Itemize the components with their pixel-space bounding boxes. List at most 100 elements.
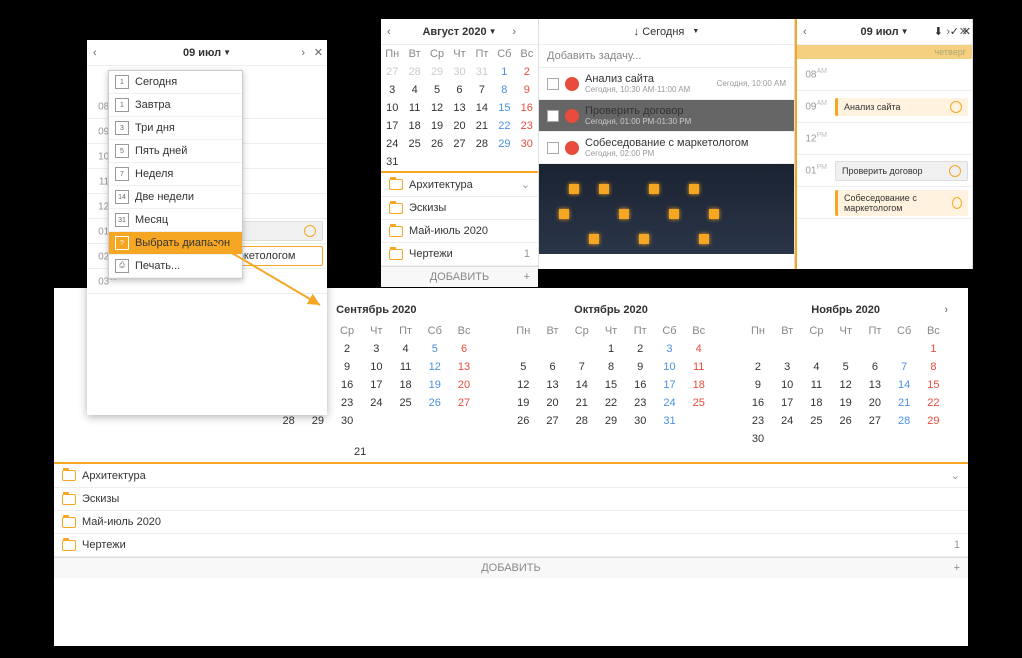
cal-day[interactable]: 16: [332, 376, 361, 394]
cal-day[interactable]: 15: [596, 376, 625, 394]
cal-day[interactable]: 3: [655, 340, 684, 358]
cal-day[interactable]: 24: [381, 135, 403, 153]
cal-day[interactable]: 23: [626, 394, 655, 412]
cal-day[interactable]: 3: [362, 340, 391, 358]
cal-day[interactable]: 12: [509, 376, 538, 394]
cal-day[interactable]: 26: [420, 394, 449, 412]
cal-day[interactable]: 29: [596, 412, 625, 430]
cal-day[interactable]: 28: [471, 135, 493, 153]
cal-day[interactable]: 30: [448, 63, 470, 81]
cal-day[interactable]: 25: [684, 394, 713, 412]
cal-day[interactable]: 15: [919, 376, 948, 394]
menu-item-8[interactable]: ⎙Печать...: [109, 255, 242, 278]
cal-day[interactable]: 10: [381, 99, 403, 117]
cal-day[interactable]: 16: [743, 394, 772, 412]
cal-day[interactable]: 21: [471, 117, 493, 135]
cal-day[interactable]: 6: [449, 340, 478, 358]
cal-day[interactable]: 4: [802, 358, 831, 376]
time-slot[interactable]: Собеседование с маркетологом: [797, 187, 972, 219]
cal-day[interactable]: [403, 153, 425, 171]
next-day-icon[interactable]: ›: [946, 26, 950, 38]
cal-day[interactable]: 18: [403, 117, 425, 135]
cal-day[interactable]: 29: [493, 135, 515, 153]
cal-day[interactable]: 25: [391, 394, 420, 412]
cal-day[interactable]: 17: [773, 394, 802, 412]
cal-day[interactable]: 5: [831, 358, 860, 376]
folder-item[interactable]: Чертежи1: [381, 243, 538, 266]
cal-day[interactable]: 24: [655, 394, 684, 412]
cal-day[interactable]: 16: [516, 99, 538, 117]
cal-day[interactable]: [802, 430, 831, 448]
cal-day[interactable]: [802, 340, 831, 358]
menu-item-5[interactable]: 14Две недели: [109, 186, 242, 209]
cal-day[interactable]: 3: [381, 81, 403, 99]
cal-day[interactable]: 5: [509, 358, 538, 376]
cal-day[interactable]: 8: [919, 358, 948, 376]
cal-day[interactable]: 27: [448, 135, 470, 153]
cal-day[interactable]: 26: [831, 412, 860, 430]
next-icon[interactable]: ›: [944, 304, 948, 316]
cal-day[interactable]: 17: [362, 376, 391, 394]
cal-day[interactable]: 20: [538, 394, 567, 412]
cal-day[interactable]: 12: [420, 358, 449, 376]
cal-day[interactable]: 9: [743, 376, 772, 394]
close-icon[interactable]: ✕: [314, 46, 323, 59]
cal-day[interactable]: 15: [493, 99, 515, 117]
cal-day[interactable]: 2: [332, 340, 361, 358]
cal-day[interactable]: 11: [802, 376, 831, 394]
close-icon[interactable]: ✕: [959, 25, 968, 38]
folder-item[interactable]: Эскизы: [54, 488, 968, 511]
cal-day[interactable]: 10: [362, 358, 391, 376]
cal-day[interactable]: 14: [567, 376, 596, 394]
cal-day[interactable]: [471, 153, 493, 171]
task-sort[interactable]: ↓ Сегодня: [634, 26, 685, 38]
month-title[interactable]: Август 2020: [422, 26, 486, 38]
cal-day[interactable]: [860, 340, 889, 358]
cal-day[interactable]: [362, 412, 391, 430]
cal-day[interactable]: 14: [471, 99, 493, 117]
menu-item-3[interactable]: 5Пять дней: [109, 140, 242, 163]
cal-day[interactable]: 28: [567, 412, 596, 430]
cal-day[interactable]: 11: [684, 358, 713, 376]
cal-day[interactable]: 24: [773, 412, 802, 430]
cal-day[interactable]: 13: [449, 358, 478, 376]
cal-day[interactable]: 13: [448, 99, 470, 117]
prev-icon[interactable]: ‹: [93, 47, 97, 59]
time-slot[interactable]: 12PM: [797, 123, 972, 155]
event[interactable]: Проверить договор: [835, 161, 968, 181]
event[interactable]: Анализ сайта: [835, 98, 968, 116]
cal-day[interactable]: 22: [919, 394, 948, 412]
cal-day[interactable]: 1: [493, 63, 515, 81]
cal-day[interactable]: 21: [567, 394, 596, 412]
add-button-small[interactable]: ДОБАВИТЬ: [381, 266, 538, 287]
cal-day[interactable]: 27: [860, 412, 889, 430]
cal-day[interactable]: [426, 153, 448, 171]
cal-day[interactable]: [831, 430, 860, 448]
cal-day[interactable]: 26: [509, 412, 538, 430]
cal-day[interactable]: 19: [426, 117, 448, 135]
menu-item-0[interactable]: 1Сегодня: [109, 71, 242, 94]
day-title[interactable]: 09 июл: [860, 26, 898, 38]
folder-item[interactable]: Май-июль 2020: [54, 511, 968, 534]
checkbox[interactable]: [547, 110, 559, 122]
cal-day[interactable]: 30: [743, 430, 772, 448]
cal-day[interactable]: 20: [448, 117, 470, 135]
cal-day[interactable]: 30: [516, 135, 538, 153]
cal-day[interactable]: 25: [802, 412, 831, 430]
cal-day[interactable]: 7: [890, 358, 919, 376]
cal-day[interactable]: 9: [626, 358, 655, 376]
cal-day[interactable]: 30: [332, 412, 361, 430]
cal-day[interactable]: 5: [426, 81, 448, 99]
cal-day[interactable]: 9: [516, 81, 538, 99]
cal-day[interactable]: 20: [449, 376, 478, 394]
cal-day[interactable]: 4: [391, 340, 420, 358]
cal-day[interactable]: 2: [626, 340, 655, 358]
task-item[interactable]: Собеседование с маркетологомСегодня, 02:…: [539, 132, 794, 164]
cal-day[interactable]: 29: [426, 63, 448, 81]
cal-day[interactable]: [448, 153, 470, 171]
cal-day[interactable]: 3: [773, 358, 802, 376]
cal-day[interactable]: 10: [773, 376, 802, 394]
cal-day[interactable]: 28: [403, 63, 425, 81]
cal-day[interactable]: 2: [743, 358, 772, 376]
cal-day[interactable]: 31: [471, 63, 493, 81]
